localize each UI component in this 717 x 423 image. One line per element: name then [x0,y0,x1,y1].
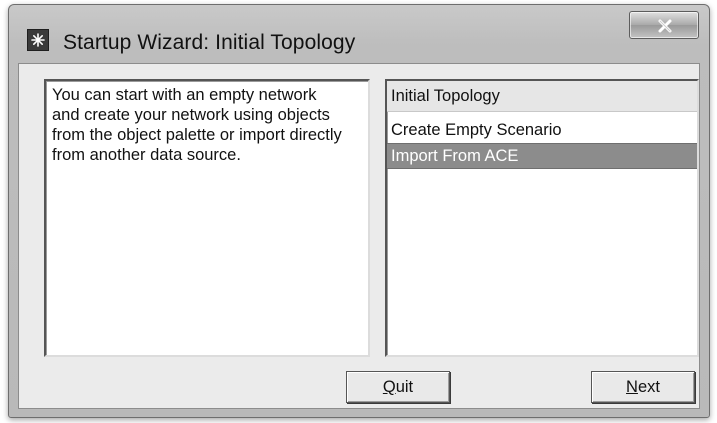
next-button[interactable]: Next [591,371,695,403]
wizard-star-icon [27,29,49,51]
startup-wizard-dialog: Startup Wizard: Initial Topology You can… [8,4,710,418]
title-bar[interactable]: Startup Wizard: Initial Topology [9,5,709,63]
window-title: Startup Wizard: Initial Topology [63,31,356,54]
close-button[interactable] [629,11,699,39]
description-text: You can start with an empty network and … [52,86,342,164]
next-accelerator: N [626,378,638,396]
initial-topology-list[interactable]: Initial Topology Create Empty Scenario I… [385,79,699,357]
list-header-label: Initial Topology [391,87,500,105]
dialog-body: You can start with an empty network and … [18,63,700,409]
list-item-create-empty-scenario[interactable]: Create Empty Scenario [387,117,697,143]
quit-button[interactable]: Quit [346,371,450,403]
list-item-import-from-ace[interactable]: Import From ACE [387,143,697,169]
next-label-rest: ext [637,378,660,396]
quit-label-rest: uit [395,378,414,396]
description-panel: You can start with an empty network and … [44,79,370,357]
quit-accelerator: Q [382,378,396,396]
close-x-icon [658,19,672,33]
list-header: Initial Topology [387,81,697,112]
